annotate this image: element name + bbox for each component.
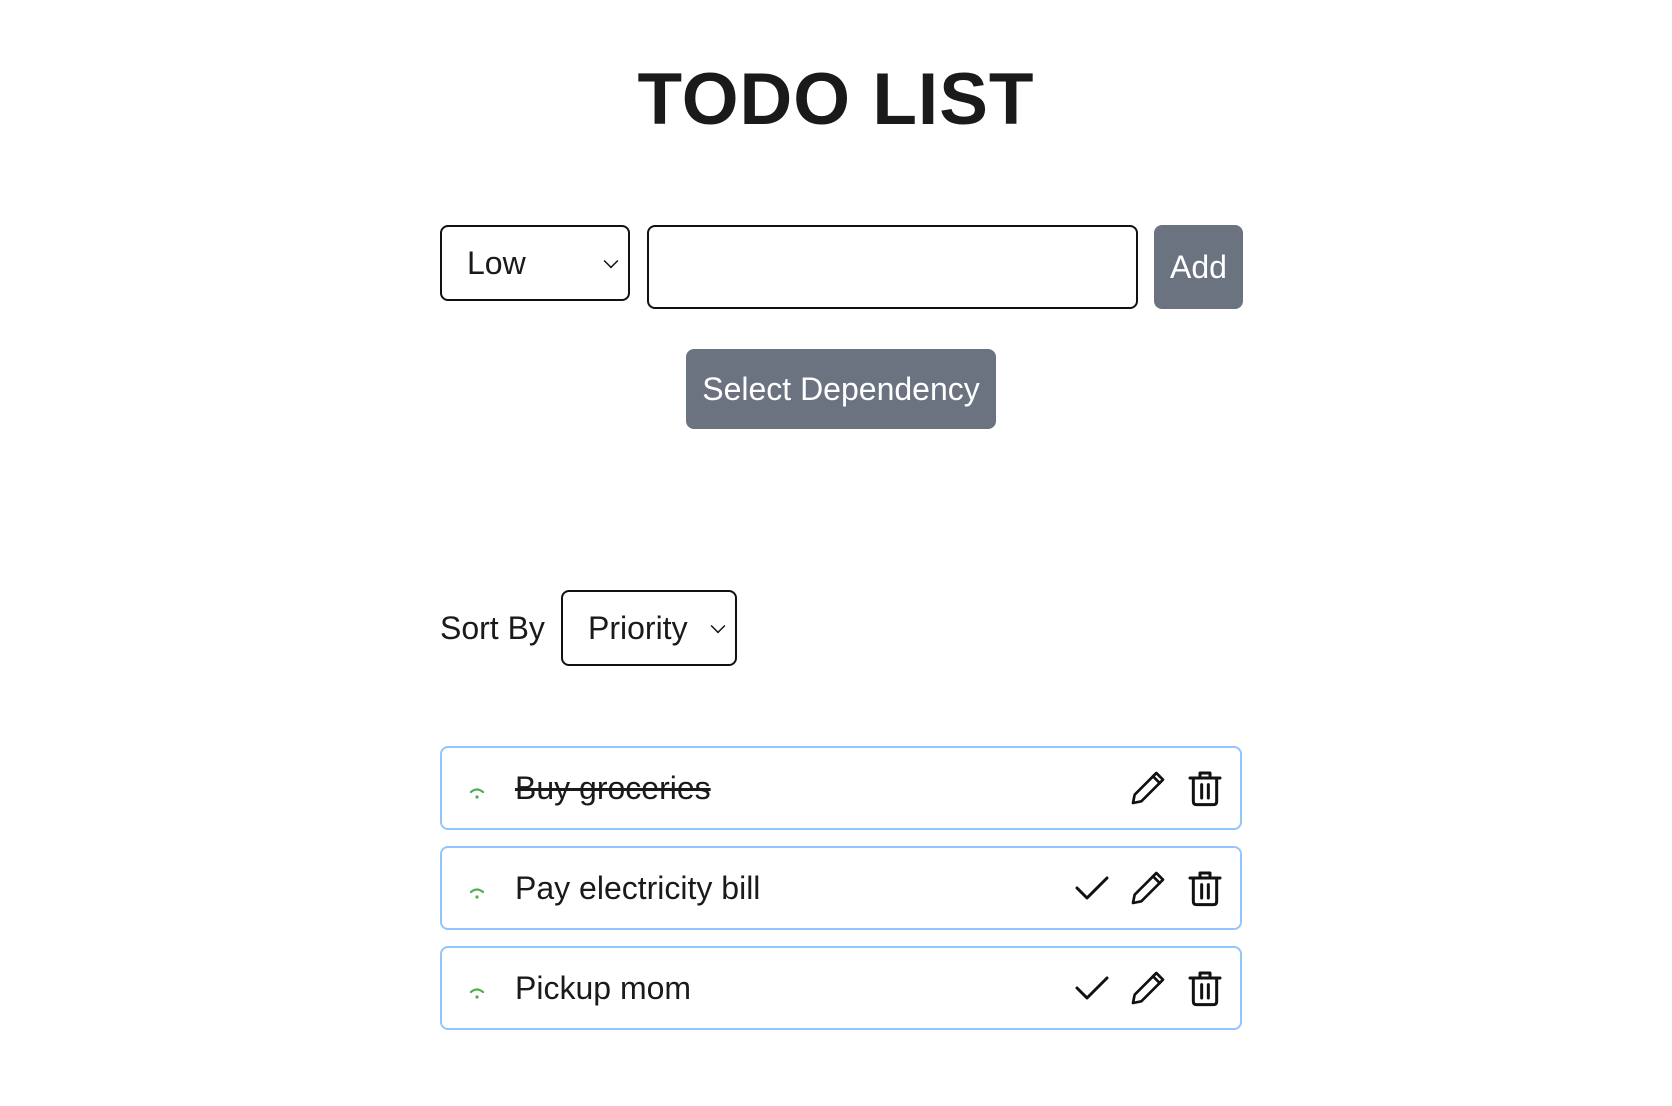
pencil-icon[interactable] [1128, 868, 1168, 908]
todo-item: Pickup mom [440, 946, 1242, 1030]
trash-icon[interactable] [1185, 768, 1225, 808]
priority-select[interactable]: Low [440, 225, 630, 301]
trash-icon[interactable] [1185, 868, 1225, 908]
todo-text: Buy groceries [515, 770, 711, 806]
todo-list: Buy groceries Pay electricity bill Picku… [440, 746, 1242, 1046]
todo-text: Pickup mom [515, 970, 692, 1006]
check-icon[interactable] [1072, 968, 1112, 1008]
chevron-down-icon [710, 618, 726, 634]
page-title: TODO LIST [637, 59, 1035, 140]
trash-icon[interactable] [1185, 968, 1225, 1008]
sort-select[interactable]: Priority [561, 590, 737, 666]
add-button[interactable]: Add [1154, 225, 1243, 309]
task-input[interactable] [647, 225, 1138, 309]
pencil-icon[interactable] [1128, 768, 1168, 808]
low-priority-signal-icon [468, 786, 486, 800]
chevron-down-icon [603, 253, 619, 269]
sort-select-value: Priority [588, 609, 688, 646]
check-icon[interactable] [1072, 868, 1112, 908]
sort-by-label: Sort By [440, 610, 545, 646]
select-dependency-button[interactable]: Select Dependency [686, 349, 996, 429]
low-priority-signal-icon [468, 886, 486, 900]
todo-item: Buy groceries [440, 746, 1242, 830]
priority-select-value: Low [467, 244, 526, 281]
todo-app: TODO LIST Low Add Select Dependency Sort… [0, 0, 1672, 1106]
todo-item: Pay electricity bill [440, 846, 1242, 930]
low-priority-signal-icon [468, 986, 486, 1000]
todo-text: Pay electricity bill [515, 870, 761, 906]
pencil-icon[interactable] [1128, 968, 1168, 1008]
